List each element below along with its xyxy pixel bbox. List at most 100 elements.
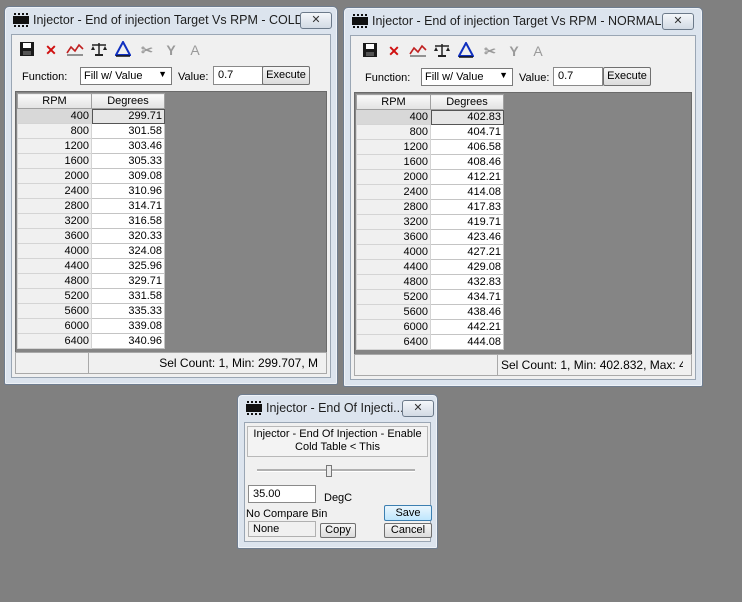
rpm-cell[interactable]: 6400	[356, 334, 431, 350]
balance-icon[interactable]	[90, 41, 108, 59]
cancel-button[interactable]: Cancel	[384, 523, 432, 538]
degrees-cell[interactable]: 414.08	[430, 184, 504, 200]
rpm-cell[interactable]: 4800	[356, 274, 431, 290]
rpm-cell[interactable]: 2000	[17, 168, 92, 184]
cold-table-window: Injector - End of injection Target Vs RP…	[4, 6, 338, 385]
degrees-cell[interactable]: 438.46	[430, 304, 504, 320]
normal-window-titlebar[interactable]: Injector - End of injection Target Vs RP…	[344, 8, 702, 34]
rpm-cell[interactable]: 400	[17, 108, 92, 124]
degrees-cell[interactable]: 417.83	[430, 199, 504, 215]
rpm-cell[interactable]: 6000	[356, 319, 431, 335]
dialog-close-button[interactable]: ✕	[402, 400, 434, 417]
rpm-cell[interactable]: 800	[356, 124, 431, 140]
rpm-cell[interactable]: 2800	[356, 199, 431, 215]
rpm-cell[interactable]: 3600	[17, 228, 92, 244]
rpm-cell[interactable]: 4000	[17, 243, 92, 259]
rpm-cell[interactable]: 1200	[17, 138, 92, 154]
text-icon[interactable]: A	[529, 42, 547, 60]
degrees-cell[interactable]: 408.46	[430, 154, 504, 170]
degrees-cell[interactable]: 329.71	[91, 273, 165, 289]
cold-window-titlebar[interactable]: Injector - End of injection Target Vs RP…	[5, 7, 337, 33]
dialog-value-input[interactable]: 35.00	[248, 485, 316, 503]
degrees-cell[interactable]: 402.83	[430, 109, 504, 125]
cut-icon[interactable]: ✂	[138, 41, 156, 59]
degrees-cell[interactable]: 442.21	[430, 319, 504, 335]
graph-icon[interactable]	[409, 42, 427, 60]
degrees-cell[interactable]: 324.08	[91, 243, 165, 259]
degrees-cell[interactable]: 303.46	[91, 138, 165, 154]
value-input[interactable]: 0.7	[213, 66, 263, 85]
rpm-cell[interactable]: 400	[356, 109, 431, 125]
value-input[interactable]: 0.7	[553, 67, 603, 86]
rpm-cell[interactable]: 1600	[17, 153, 92, 169]
copy-button[interactable]: Copy	[320, 523, 356, 538]
degrees-cell[interactable]: 427.21	[430, 244, 504, 260]
rpm-cell[interactable]: 1200	[356, 139, 431, 155]
normal-window-close-button[interactable]: ✕	[662, 13, 694, 30]
rpm-cell[interactable]: 2400	[356, 184, 431, 200]
dialog-slider[interactable]	[257, 465, 415, 477]
interpolate-icon[interactable]	[114, 39, 132, 59]
degrees-cell[interactable]: 434.71	[430, 289, 504, 305]
degrees-cell[interactable]: 316.58	[91, 213, 165, 229]
rpm-cell[interactable]: 6400	[17, 333, 92, 349]
degrees-cell[interactable]: 301.58	[91, 123, 165, 139]
rpm-cell[interactable]: 2400	[17, 183, 92, 199]
save-icon[interactable]	[361, 42, 379, 60]
rpm-cell[interactable]: 2800	[17, 198, 92, 214]
rpm-cell[interactable]: 5200	[356, 289, 431, 305]
rpm-cell[interactable]: 4400	[17, 258, 92, 274]
dialog-titlebar[interactable]: Injector - End Of Injecti... ✕	[238, 395, 437, 421]
degrees-cell[interactable]: 335.33	[91, 303, 165, 319]
save-button[interactable]: Save	[384, 505, 432, 521]
degrees-cell[interactable]: 320.33	[91, 228, 165, 244]
rpm-cell[interactable]: 5600	[17, 303, 92, 319]
split-icon[interactable]: Y	[162, 41, 180, 59]
degrees-cell[interactable]: 310.96	[91, 183, 165, 199]
degrees-cell[interactable]: 423.46	[430, 229, 504, 245]
cold-window-close-button[interactable]: ✕	[300, 12, 332, 29]
execute-button[interactable]: Execute	[603, 67, 651, 86]
rpm-cell[interactable]: 1600	[356, 154, 431, 170]
degrees-cell[interactable]: 404.71	[430, 124, 504, 140]
split-icon[interactable]: Y	[505, 42, 523, 60]
graph-icon[interactable]	[66, 41, 84, 59]
function-select[interactable]: Fill w/ Value ▼	[80, 67, 172, 85]
degrees-cell[interactable]: 340.96	[91, 333, 165, 349]
degrees-cell[interactable]: 309.08	[91, 168, 165, 184]
rpm-cell[interactable]: 5200	[17, 288, 92, 304]
delete-icon[interactable]: ✕	[42, 41, 60, 59]
degrees-cell[interactable]: 429.08	[430, 259, 504, 275]
rpm-cell[interactable]: 3600	[356, 229, 431, 245]
compare-bin-field: None	[248, 521, 316, 537]
degrees-cell[interactable]: 299.71	[91, 108, 165, 124]
degrees-cell[interactable]: 305.33	[91, 153, 165, 169]
degrees-cell[interactable]: 432.83	[430, 274, 504, 290]
rpm-cell[interactable]: 3200	[17, 213, 92, 229]
interpolate-icon[interactable]	[457, 40, 475, 60]
rpm-cell[interactable]: 5600	[356, 304, 431, 320]
slider-thumb[interactable]	[326, 465, 332, 477]
rpm-cell[interactable]: 6000	[17, 318, 92, 334]
degrees-cell[interactable]: 419.71	[430, 214, 504, 230]
degrees-cell[interactable]: 339.08	[91, 318, 165, 334]
rpm-cell[interactable]: 3200	[356, 214, 431, 230]
degrees-cell[interactable]: 331.58	[91, 288, 165, 304]
save-icon[interactable]	[18, 41, 36, 59]
rpm-cell[interactable]: 800	[17, 123, 92, 139]
degrees-cell[interactable]: 314.71	[91, 198, 165, 214]
rpm-cell[interactable]: 4400	[356, 259, 431, 275]
text-icon[interactable]: A	[186, 41, 204, 59]
rpm-cell[interactable]: 4800	[17, 273, 92, 289]
execute-button[interactable]: Execute	[262, 66, 310, 85]
cut-icon[interactable]: ✂	[481, 42, 499, 60]
delete-icon[interactable]: ✕	[385, 42, 403, 60]
degrees-cell[interactable]: 412.21	[430, 169, 504, 185]
degrees-cell[interactable]: 444.08	[430, 334, 504, 350]
balance-icon[interactable]	[433, 42, 451, 60]
function-select[interactable]: Fill w/ Value ▼	[421, 68, 513, 86]
rpm-cell[interactable]: 2000	[356, 169, 431, 185]
degrees-cell[interactable]: 325.96	[91, 258, 165, 274]
degrees-cell[interactable]: 406.58	[430, 139, 504, 155]
rpm-cell[interactable]: 4000	[356, 244, 431, 260]
